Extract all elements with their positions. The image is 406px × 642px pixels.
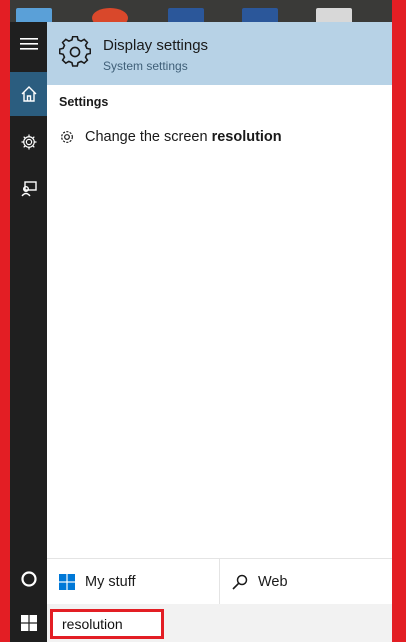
gear-icon [59, 36, 91, 67]
divider [219, 559, 220, 605]
feedback-icon [20, 181, 37, 197]
cortana-button[interactable] [10, 557, 47, 601]
result-text-match: resolution [211, 129, 282, 145]
start-button[interactable] [10, 604, 47, 642]
home-button[interactable] [10, 72, 47, 116]
windows-logo-icon [20, 615, 37, 631]
gear-icon [21, 134, 36, 150]
search-bar: resolution [47, 604, 392, 642]
my-stuff-button[interactable]: My stuff [59, 559, 136, 605]
section-header-settings: Settings [59, 95, 109, 109]
web-button[interactable]: Web [232, 559, 288, 605]
cortana-circle-icon [20, 571, 37, 587]
search-input-value: resolution [62, 616, 123, 632]
notebook-settings-button[interactable] [10, 120, 47, 164]
bottom-scope-bar: My stuff Web [47, 558, 392, 605]
home-icon [21, 86, 36, 102]
search-icon [232, 574, 248, 590]
web-label: Web [258, 574, 288, 590]
hamburger-menu-button[interactable] [10, 22, 47, 66]
result-text: Change the screen resolution [85, 129, 282, 145]
left-rail [10, 22, 47, 642]
feedback-button[interactable] [10, 167, 47, 211]
best-match-subtitle: System settings [103, 59, 188, 73]
hamburger-icon [19, 38, 38, 50]
search-input[interactable]: resolution [50, 609, 164, 639]
gear-icon [61, 131, 73, 143]
result-text-plain: Change the screen [85, 129, 212, 145]
best-match-result[interactable]: Display settings System settings [47, 22, 392, 85]
best-match-title: Display settings [103, 37, 209, 54]
result-item[interactable]: Change the screen resolution [59, 126, 282, 148]
results-panel: Display settings System settings Setting… [47, 22, 392, 642]
windows-logo-icon [59, 574, 75, 590]
my-stuff-label: My stuff [85, 574, 136, 590]
cortana-search-panel: Display settings System settings Setting… [10, 22, 392, 642]
